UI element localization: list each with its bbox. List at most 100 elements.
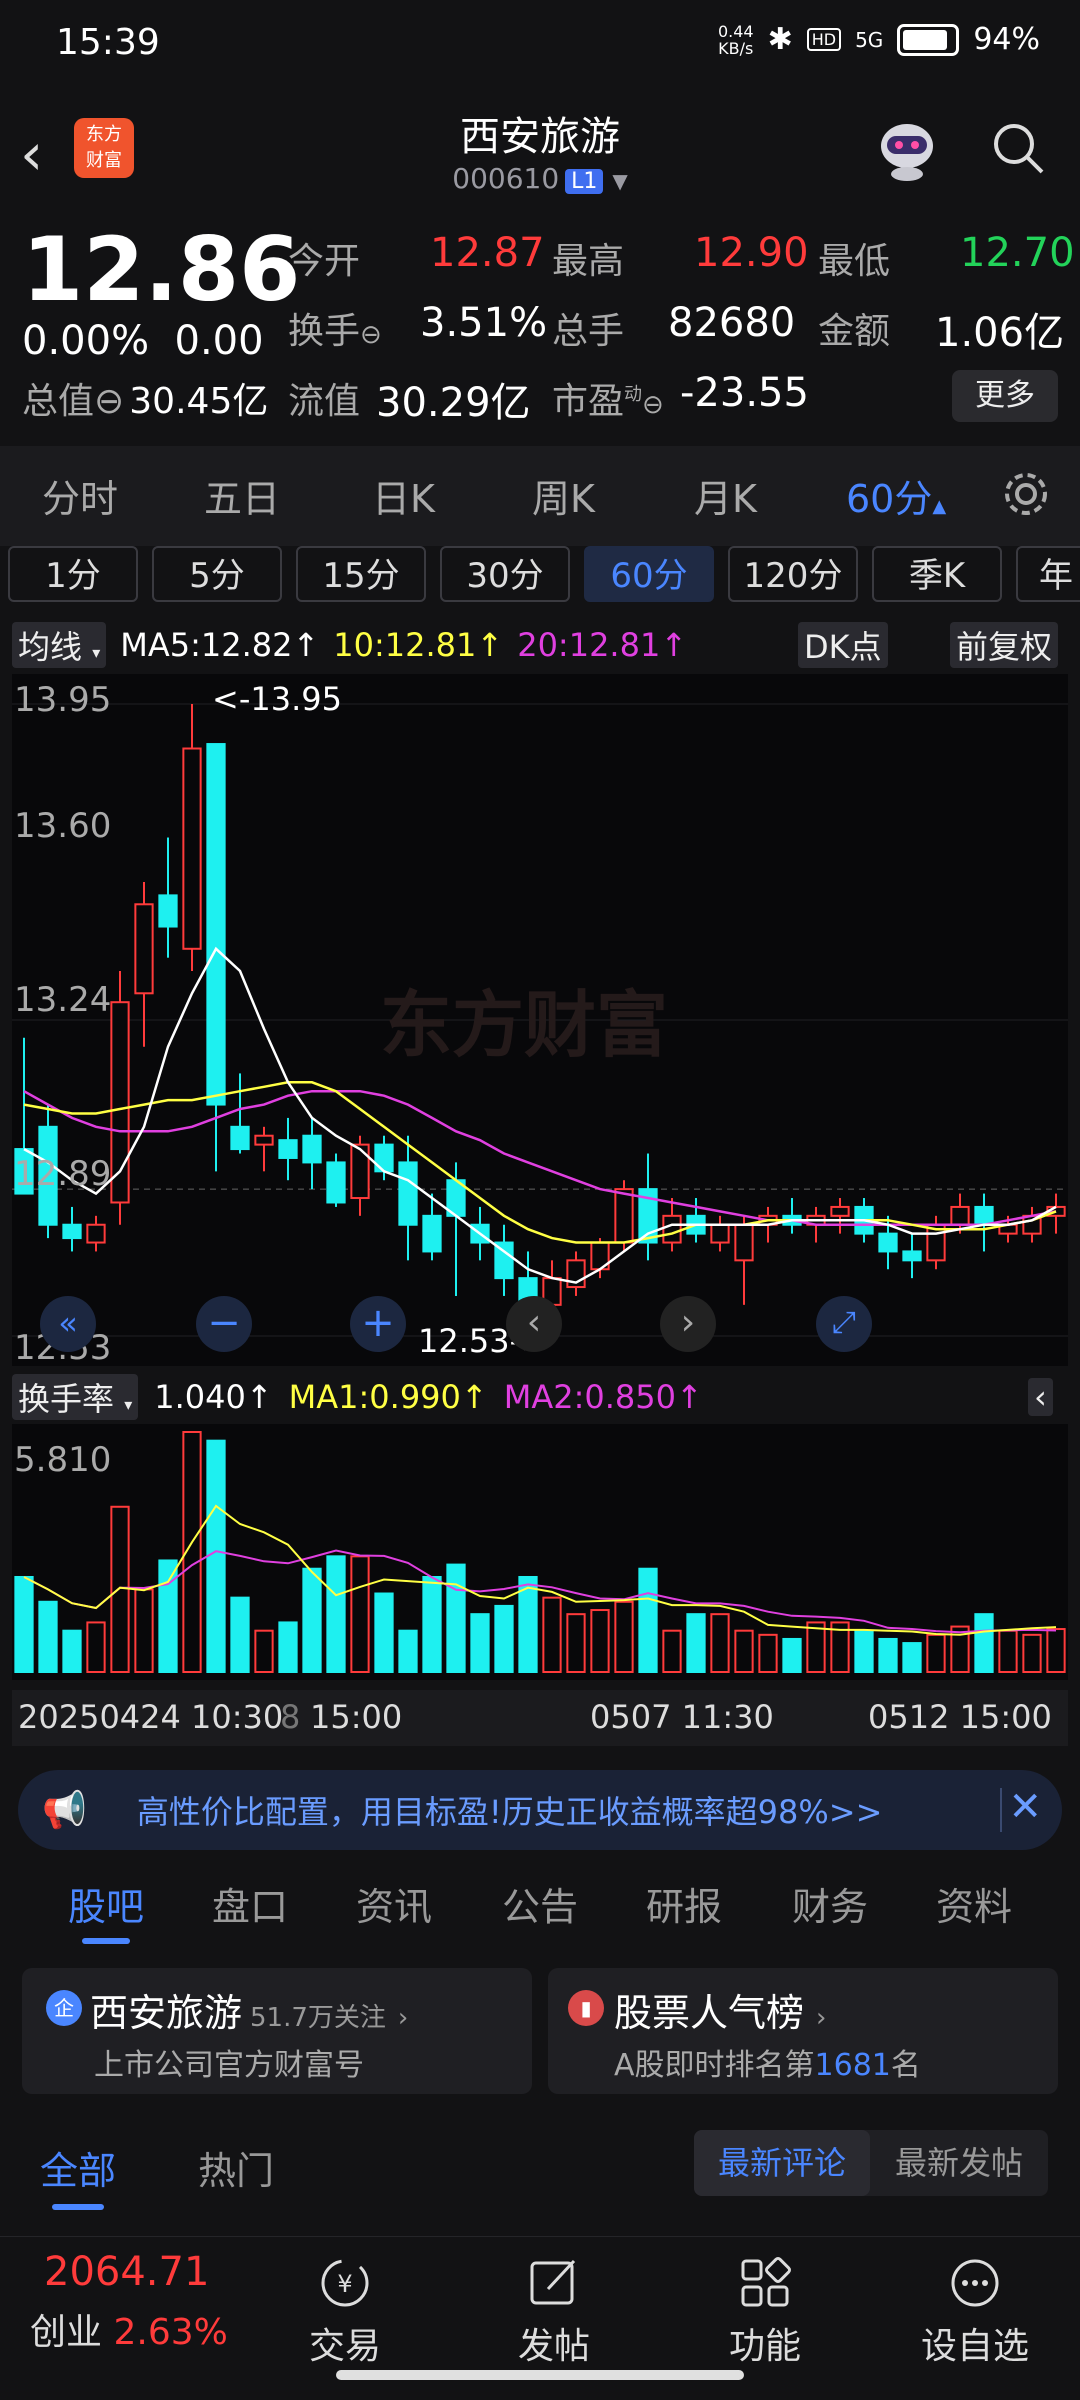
turnover-bar	[734, 1629, 754, 1673]
turnover-axis-max: 5.810	[14, 1440, 112, 1480]
status-bar: 15:39 0.44 KB/s ✱ HD 5G 94%	[0, 0, 1080, 90]
company-sub: 上市公司官方财富号	[94, 2048, 364, 2083]
turnover-bar	[158, 1559, 178, 1673]
chip-120min[interactable]: 120分	[728, 546, 858, 602]
period-tabs: 分时 五日 日K 周K 月K 60分▲	[0, 446, 1080, 546]
y-tick: 13.24	[14, 980, 112, 1020]
more-button[interactable]: 更多	[952, 370, 1058, 422]
turnover-bar	[110, 1505, 130, 1673]
collapse-panel-icon[interactable]: ‹	[1028, 1378, 1053, 1416]
dk-point-button[interactable]: DK点	[798, 622, 888, 668]
tab-60min[interactable]: 60分▲	[846, 468, 946, 523]
tab-news[interactable]: 资讯	[356, 1876, 432, 1931]
company-account-card[interactable]: 企 西安旅游 51.7万关注 › 上市公司官方财富号	[22, 1968, 532, 2094]
turnover-bar	[782, 1637, 802, 1673]
ranking-icon: ▮	[568, 1990, 604, 2026]
chip-30min[interactable]: 30分	[440, 546, 570, 602]
chip-season-k[interactable]: 季K	[872, 546, 1002, 602]
scroll-right-icon[interactable]: ›	[660, 1296, 716, 1352]
candle-body	[974, 1205, 994, 1226]
tab-monthly-k[interactable]: 月K	[694, 468, 757, 523]
time-axis: 20250424 10:30 8 15:00 0507 11:30 0512 1…	[12, 1690, 1068, 1746]
candle-body	[254, 1134, 274, 1146]
home-indicator	[336, 2370, 744, 2380]
turnover-bar	[686, 1613, 706, 1673]
tab-research[interactable]: 研报	[646, 1876, 722, 1931]
robot-assistant-icon[interactable]	[872, 116, 942, 182]
chip-year-k[interactable]: 年	[1016, 546, 1080, 602]
chip-5min[interactable]: 5分	[152, 546, 282, 602]
feed-tab-indicator	[52, 2204, 104, 2210]
pe-label: 市盈动⊖	[552, 381, 664, 422]
candle-body	[878, 1232, 898, 1253]
search-icon[interactable]	[990, 120, 1046, 176]
tab-daily-k[interactable]: 日K	[372, 468, 435, 523]
sort-latest-post[interactable]: 最新发帖	[870, 2130, 1048, 2196]
scroll-left-fast-icon[interactable]: «	[40, 1296, 96, 1352]
chip-15min[interactable]: 15分	[296, 546, 426, 602]
turnover-chart[interactable]	[12, 1424, 1068, 1680]
megaphone-icon: 📢	[42, 1790, 87, 1831]
price-change: 0.00% 0.00	[22, 318, 264, 364]
battery-icon	[897, 23, 960, 56]
tab-finance[interactable]: 财务	[792, 1876, 868, 1931]
tab-weekly-k[interactable]: 周K	[532, 468, 595, 523]
sort-latest-comment[interactable]: 最新评论	[694, 2130, 870, 2196]
turnover-bar	[590, 1609, 610, 1674]
y-tick: 12.89	[14, 1154, 112, 1194]
last-price: 12.86	[22, 218, 301, 321]
candle-body	[134, 903, 154, 995]
nav-function[interactable]: 功能	[695, 2255, 835, 2369]
zoom-in-icon[interactable]: +	[350, 1296, 406, 1352]
nav-trade[interactable]: ¥ 交易	[275, 2255, 415, 2369]
index-value[interactable]: 2064.71	[44, 2249, 209, 2295]
signal-icon: 5G	[855, 27, 884, 52]
tab-guba[interactable]: 股吧	[68, 1876, 144, 1931]
tab-5day[interactable]: 五日	[204, 468, 280, 523]
status-icons: 0.44 KB/s ✱ HD 5G 94%	[718, 22, 1040, 57]
turnover-ma1-line	[23, 1504, 1057, 1636]
chevron-right-icon: ›	[397, 2003, 409, 2033]
nav-add-watchlist[interactable]: 设自选	[905, 2255, 1045, 2369]
chip-60min[interactable]: 60分	[584, 546, 714, 602]
market-cap: 总值⊖ 30.45亿	[22, 381, 269, 422]
x-tick: 15:00	[310, 1698, 403, 1736]
x-tick: 8	[280, 1698, 301, 1736]
net-speed: 0.44 KB/s	[717, 21, 754, 58]
tab-profile[interactable]: 资料	[936, 1876, 1012, 1931]
tab-pankou[interactable]: 盘口	[212, 1876, 288, 1931]
fullscreen-icon[interactable]: ⤢	[816, 1296, 872, 1352]
tab-announcement[interactable]: 公告	[502, 1876, 578, 1931]
turnover-value: 3.51%	[420, 300, 548, 346]
index-name[interactable]: 创业 2.63%	[30, 2303, 228, 2355]
ad-banner[interactable]: 📢 高性价比配置，用目标盈!历史正收益概率超98%>> ✕	[18, 1770, 1062, 1850]
zoom-out-icon[interactable]: −	[196, 1296, 252, 1352]
turnover-bar	[422, 1575, 442, 1673]
level-badge: L1	[565, 169, 604, 194]
ma-selector[interactable]: 均线 ▾	[12, 622, 107, 668]
close-icon[interactable]: ✕	[1008, 1784, 1042, 1830]
gear-icon[interactable]	[1000, 468, 1052, 520]
indicator-selector[interactable]: 换手率 ▾	[12, 1374, 139, 1420]
turnover-bar	[926, 1633, 946, 1674]
popularity-card[interactable]: ▮ 股票人气榜 › A股即时排名第1681名	[548, 1968, 1058, 2094]
candle-body	[398, 1161, 418, 1226]
turnover-bar	[1046, 1628, 1066, 1673]
candle-body	[326, 1161, 346, 1204]
edit-icon	[530, 2259, 576, 2305]
feed-tab-all[interactable]: 全部	[40, 2140, 116, 2195]
feed-tab-hot[interactable]: 热门	[198, 2140, 274, 2195]
candle-body	[350, 1143, 370, 1200]
scroll-left-icon[interactable]: ‹	[506, 1296, 562, 1352]
candle-body	[614, 1188, 634, 1244]
nav-post[interactable]: 发帖	[484, 2255, 624, 2369]
candle-body	[830, 1205, 850, 1217]
candle-body	[206, 743, 226, 1106]
turnover-bar	[710, 1613, 730, 1673]
adjust-button[interactable]: 前复权	[950, 622, 1059, 668]
candle-body	[734, 1223, 754, 1262]
turnover-bar	[38, 1600, 58, 1673]
chip-1min[interactable]: 1分	[8, 546, 138, 602]
popularity-sub: A股即时排名第1681名	[614, 2048, 921, 2083]
tab-intraday[interactable]: 分时	[42, 468, 118, 523]
